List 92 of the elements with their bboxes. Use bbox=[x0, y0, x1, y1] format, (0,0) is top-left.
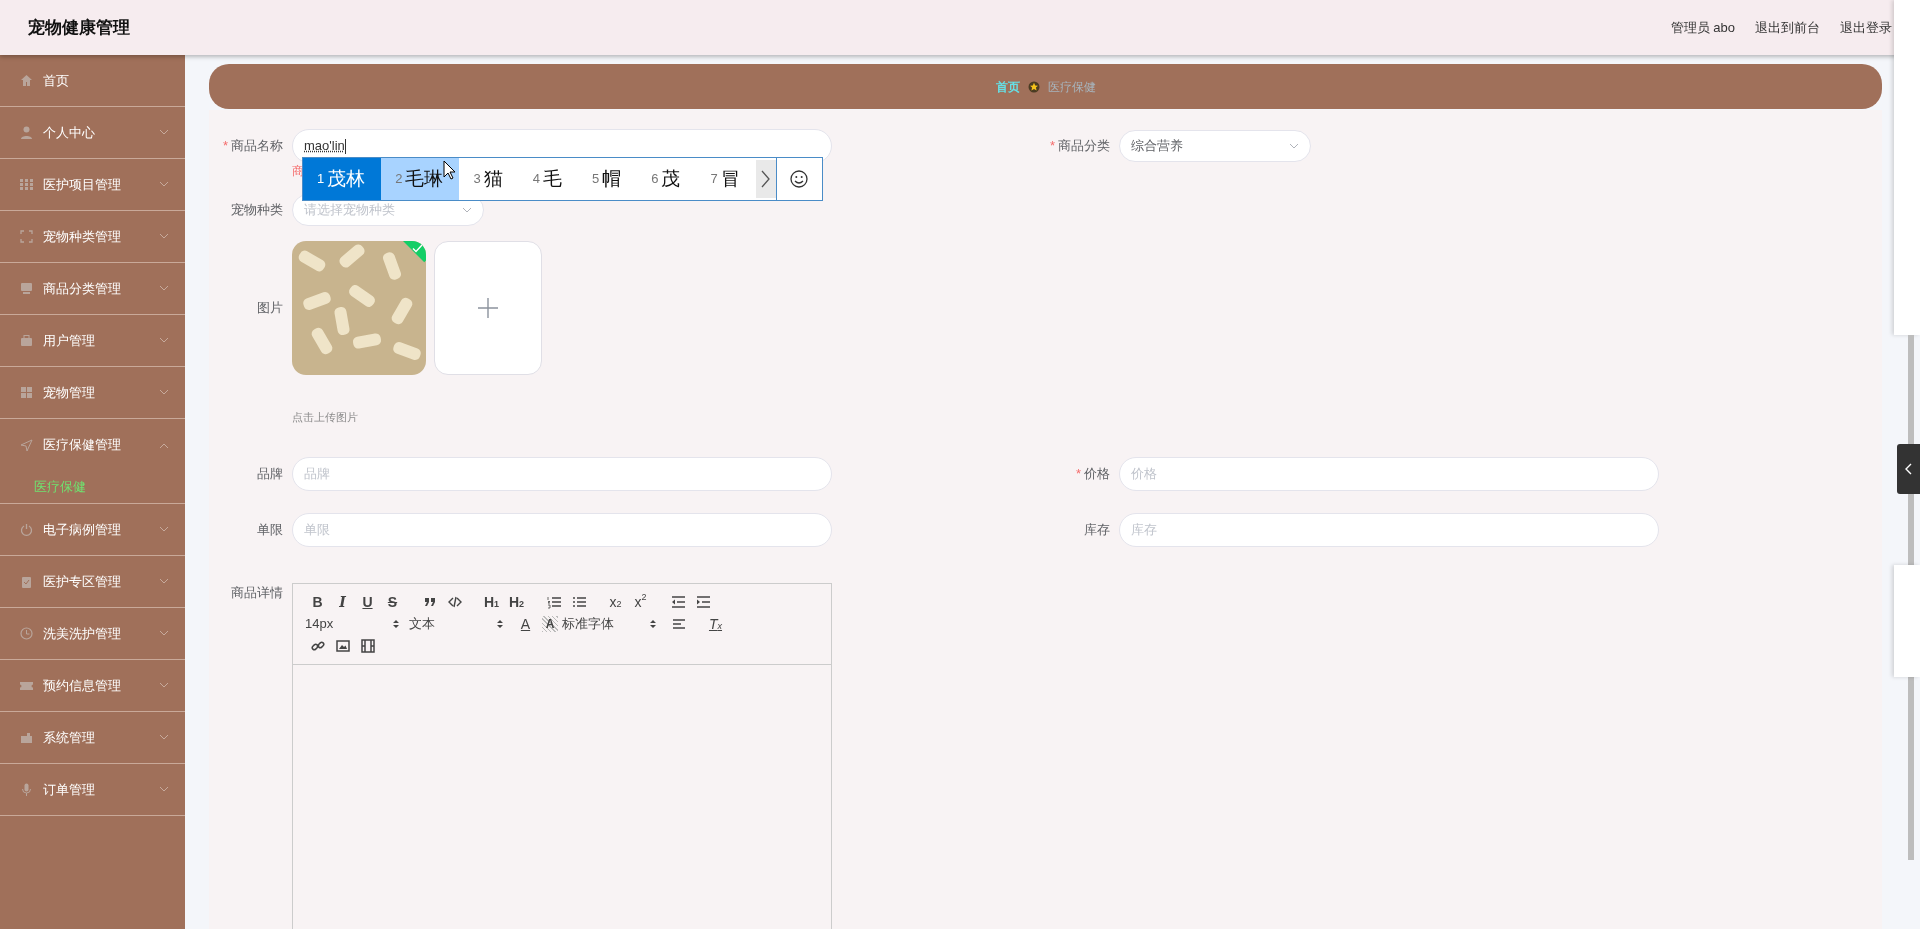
field-label: 库存 bbox=[1084, 521, 1110, 537]
app-title: 宠物健康管理 bbox=[28, 16, 130, 39]
ime-candidate[interactable]: 1 茂林 bbox=[303, 158, 382, 200]
up-down-arrow-icon bbox=[497, 618, 503, 629]
italic-button[interactable]: I bbox=[330, 591, 355, 612]
chevron-down-icon bbox=[159, 181, 169, 188]
background-color-button[interactable]: A bbox=[542, 615, 558, 632]
squares-icon bbox=[20, 386, 33, 399]
superscript-button[interactable]: x$^{2}$ bbox=[628, 591, 653, 612]
star-icon bbox=[1027, 80, 1040, 93]
menu-item[interactable]: 洗美洗护管理 bbox=[0, 608, 185, 660]
chevron-right-icon bbox=[761, 170, 771, 188]
chevron-down-icon bbox=[159, 285, 169, 292]
field-label: 图片 bbox=[257, 300, 283, 316]
link-icon bbox=[310, 638, 325, 653]
chevron-left-icon bbox=[1904, 463, 1913, 475]
font-color-button[interactable]: A bbox=[513, 613, 538, 634]
field-label: 商品详情 bbox=[231, 584, 283, 600]
field-label: * 商品名称 bbox=[222, 138, 283, 154]
menu-item[interactable]: 预约信息管理 bbox=[0, 660, 185, 712]
logout-link[interactable]: 退出到前台 bbox=[1755, 17, 1820, 38]
frame-icon bbox=[20, 230, 33, 243]
menu-item[interactable]: 首页 bbox=[0, 55, 185, 107]
format-select[interactable]: 文本 bbox=[409, 613, 507, 634]
video-icon bbox=[360, 638, 375, 653]
grid-icon bbox=[20, 178, 33, 191]
code-icon bbox=[447, 594, 462, 609]
strikethrough-button[interactable]: S bbox=[380, 591, 405, 612]
chevron-down-icon bbox=[159, 233, 169, 240]
menu-item[interactable]: 宠物管理 bbox=[0, 367, 185, 419]
menu-item[interactable]: 医疗保健管理 bbox=[0, 419, 185, 471]
image-icon bbox=[335, 638, 350, 653]
field-label: 品牌 bbox=[257, 465, 283, 481]
upload-hint: 点击上传图片 bbox=[292, 411, 358, 423]
briefcase-icon bbox=[20, 334, 33, 347]
chevron-down-icon bbox=[462, 207, 472, 213]
collapse-tab[interactable] bbox=[1897, 444, 1920, 494]
chevron-down-icon bbox=[159, 526, 169, 533]
field-label: 宠物种类 bbox=[231, 202, 283, 218]
menu-item[interactable]: 电子病例管理 bbox=[0, 504, 185, 556]
logout-link[interactable]: 退出登录 bbox=[1840, 17, 1892, 38]
error-text: 商 bbox=[292, 164, 304, 178]
chevron-down-icon bbox=[159, 734, 169, 741]
outdent-icon bbox=[670, 594, 685, 609]
plus-icon bbox=[477, 297, 499, 319]
chevron-down-icon bbox=[159, 129, 169, 136]
chevron-down-icon bbox=[159, 630, 169, 637]
menu-item[interactable]: 商品分类管理 bbox=[0, 263, 185, 315]
field-label: 单限 bbox=[257, 521, 283, 537]
menu-item[interactable]: 用户管理 bbox=[0, 315, 185, 367]
home-icon bbox=[20, 74, 33, 87]
check-icon bbox=[412, 244, 423, 253]
field-label: * 价格 bbox=[1075, 465, 1110, 481]
chevron-up-icon bbox=[159, 441, 169, 449]
cursor-icon bbox=[443, 160, 456, 180]
smiley-icon bbox=[790, 170, 809, 188]
user-icon bbox=[20, 126, 33, 139]
clipboard-icon bbox=[20, 575, 33, 588]
field-label: * 商品分类 bbox=[1049, 138, 1110, 154]
toolbox-icon bbox=[20, 731, 33, 744]
menu-item[interactable]: 订单管理 bbox=[0, 764, 185, 816]
menu-item[interactable]: 医护项目管理 bbox=[0, 159, 185, 211]
chevron-down-icon bbox=[159, 337, 169, 344]
format-select[interactable]: 标准字体 bbox=[562, 613, 660, 634]
align-icon bbox=[671, 616, 686, 631]
ime-candidate[interactable]: 2 毛琳 bbox=[381, 158, 460, 200]
clock-icon bbox=[20, 627, 33, 640]
chevron-down-icon bbox=[159, 578, 169, 585]
microphone-icon bbox=[20, 783, 33, 796]
underline-button[interactable]: U bbox=[355, 591, 380, 612]
up-down-arrow-icon bbox=[393, 618, 399, 629]
menu-item[interactable]: 宠物种类管理 bbox=[0, 211, 185, 263]
monitor-icon bbox=[20, 282, 33, 295]
chevron-down-icon bbox=[159, 682, 169, 689]
menu-item[interactable]: 个人中心 bbox=[0, 107, 185, 159]
next-page-button[interactable] bbox=[755, 160, 776, 198]
indent-icon bbox=[695, 594, 710, 609]
chevron-down-icon bbox=[159, 786, 169, 793]
bold-button[interactable]: B bbox=[305, 591, 330, 612]
power-icon bbox=[20, 523, 33, 536]
menu-item[interactable]: 系统管理 bbox=[0, 712, 185, 764]
format-select[interactable]: 14px bbox=[305, 613, 403, 634]
user-link[interactable]: 管理员 abo bbox=[1670, 17, 1735, 38]
ticket-icon bbox=[20, 679, 33, 692]
bullet-list-icon bbox=[571, 594, 586, 609]
category-select[interactable]: 综合营养 bbox=[1119, 130, 1311, 162]
numbered-list-icon bbox=[546, 594, 561, 609]
menu-item[interactable]: 医护专区管理 bbox=[0, 556, 185, 608]
chevron-down-icon bbox=[1289, 143, 1299, 149]
chevron-down-icon bbox=[159, 389, 169, 396]
paper-plane-icon bbox=[20, 438, 33, 452]
up-down-arrow-icon bbox=[650, 618, 656, 629]
